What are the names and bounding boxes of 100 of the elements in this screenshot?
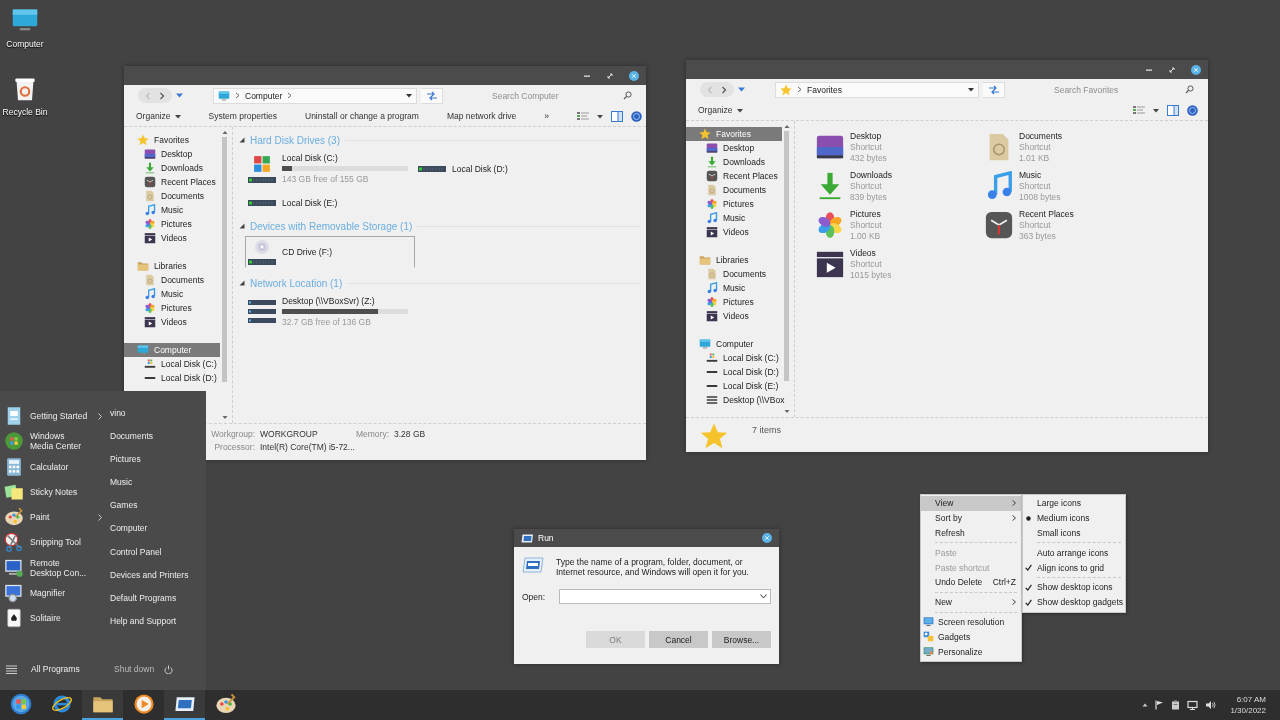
nav-item[interactable]: Desktop (\\VBox xyxy=(686,393,782,407)
scroll-up-icon[interactable] xyxy=(221,130,228,135)
nav-item[interactable]: Pictures xyxy=(124,301,220,315)
drive-tile[interactable]: Local Disk (E:) xyxy=(245,195,415,211)
start-link[interactable]: Documents xyxy=(110,428,153,444)
nav-item[interactable]: Computer xyxy=(124,343,220,357)
scroll-up-icon[interactable] xyxy=(783,124,790,129)
menu-button[interactable]: Organize xyxy=(136,109,191,123)
help-icon[interactable] xyxy=(1187,104,1198,116)
nav-item[interactable]: Favorites xyxy=(124,133,220,147)
program-item[interactable]: Getting Started xyxy=(4,405,110,427)
program-item[interactable]: Sticky Notes xyxy=(4,480,110,503)
scroll-down-icon[interactable] xyxy=(221,415,228,420)
nav-item[interactable]: Videos xyxy=(124,315,220,329)
view-options-icon[interactable] xyxy=(1133,105,1145,115)
nav-item[interactable]: Local Disk (C:) xyxy=(124,357,220,371)
dropdown-icon[interactable] xyxy=(760,594,767,599)
speaker-icon[interactable] xyxy=(1205,700,1217,710)
nav-item[interactable]: Libraries xyxy=(124,259,220,273)
nav-item[interactable]: Desktop xyxy=(686,141,782,155)
nav-item[interactable]: Music xyxy=(686,281,782,295)
drive-tile[interactable]: Local Disk (C:) 143 GB free of 155 GB xyxy=(245,150,415,187)
toolbar-button[interactable]: » xyxy=(544,109,560,123)
program-item[interactable]: Paint xyxy=(4,506,110,529)
menu-item[interactable]: Align icons to grid xyxy=(1023,560,1125,575)
file-item[interactable]: Downloads Shortcut 839 bytes xyxy=(815,170,984,202)
file-item[interactable]: Music Shortcut 1008 bytes xyxy=(984,170,1153,202)
address-bar[interactable]: Computer xyxy=(213,87,417,104)
nav-item[interactable]: Music xyxy=(686,211,782,225)
taskbar-button[interactable] xyxy=(82,690,123,720)
start-link[interactable]: Help and Support xyxy=(110,613,177,629)
nav-item[interactable]: Pictures xyxy=(124,217,220,231)
nav-item[interactable]: Videos xyxy=(686,309,782,323)
nav-item[interactable]: Documents xyxy=(686,267,782,281)
nav-item[interactable]: Music xyxy=(124,203,220,217)
preview-pane-icon[interactable] xyxy=(1167,104,1179,116)
toolbar-button[interactable]: System properties xyxy=(208,109,287,123)
search-field[interactable]: Search Favorites xyxy=(1054,84,1185,95)
caret-icon[interactable] xyxy=(406,93,412,98)
menu-item[interactable]: Show desktop icons xyxy=(1023,580,1125,595)
clock-date[interactable]: 1/30/2022 xyxy=(1230,705,1266,716)
nav-item[interactable]: Documents xyxy=(686,183,782,197)
file-item[interactable]: Videos Shortcut 1015 bytes xyxy=(815,248,984,280)
nav-item[interactable]: Videos xyxy=(124,231,220,245)
menu-item[interactable]: Undo Delete Ctrl+Z xyxy=(921,575,1021,590)
start-link[interactable]: Games xyxy=(110,497,138,513)
program-item[interactable]: Remote Desktop Con... xyxy=(4,556,110,579)
caret-icon[interactable] xyxy=(968,87,974,92)
nav-item[interactable]: Computer xyxy=(686,337,782,351)
start-link[interactable]: vino xyxy=(110,405,126,420)
nav-item[interactable]: Local Disk (E:) xyxy=(686,379,782,393)
address-bar[interactable]: Favorites xyxy=(775,81,979,98)
nav-item[interactable]: Recent Places xyxy=(686,169,782,183)
restore-button[interactable] xyxy=(606,71,614,80)
network-icon[interactable] xyxy=(1187,700,1199,710)
nav-item[interactable]: Documents xyxy=(124,273,220,287)
nav-item[interactable]: Videos xyxy=(686,225,782,239)
flag-icon[interactable] xyxy=(1155,700,1165,710)
chevron-icon[interactable] xyxy=(797,86,802,93)
close-button[interactable] xyxy=(1191,64,1201,75)
nav-item[interactable]: Libraries xyxy=(686,253,782,267)
icon-label[interactable]: Recycle Bin xyxy=(2,107,48,117)
breadcrumb[interactable]: Favorites xyxy=(807,84,842,95)
menu-item[interactable]: Large icons xyxy=(1023,496,1125,511)
program-item[interactable]: Magnifier xyxy=(4,582,110,605)
start-link[interactable]: Music xyxy=(110,474,133,490)
restore-button[interactable] xyxy=(1168,65,1176,74)
caret-icon[interactable] xyxy=(597,113,604,119)
program-item[interactable]: Solitaire xyxy=(4,607,110,630)
nav-item[interactable]: Recent Places xyxy=(124,175,220,189)
search-field[interactable]: Search Computer xyxy=(492,90,623,101)
refresh-button[interactable] xyxy=(983,81,1005,98)
all-programs-button[interactable]: All Programs xyxy=(6,664,114,674)
chevron-icon[interactable] xyxy=(287,92,293,99)
menu-item[interactable]: Show desktop gadgets xyxy=(1023,594,1125,610)
menu-item[interactable]: Small icons xyxy=(1023,525,1125,541)
start-link[interactable]: Default Programs xyxy=(110,590,177,606)
nav-item[interactable]: Local Disk (C:) xyxy=(686,351,782,365)
expand-arrow-icon[interactable] xyxy=(239,223,245,229)
drive-tile[interactable]: Desktop (\\VBoxSvr) (Z:) 32.7 GB free of 136 GB xyxy=(245,293,415,330)
drive-tile[interactable]: Local Disk (D:) xyxy=(415,150,585,187)
taskbar-button[interactable] xyxy=(164,690,205,720)
menu-item[interactable]: Sort by xyxy=(921,510,1021,526)
nav-item[interactable]: Downloads xyxy=(686,155,782,169)
menu-item[interactable]: Refresh xyxy=(921,525,1021,541)
nav-item[interactable]: Pictures xyxy=(686,197,782,211)
shutdown-button[interactable]: Shut down xyxy=(114,664,174,674)
program-item[interactable]: Snipping Tool xyxy=(4,531,110,554)
menu-item[interactable]: New xyxy=(921,594,1021,610)
clock-time[interactable]: 6:07 AM xyxy=(1236,694,1266,705)
menu-item[interactable]: Personalize xyxy=(921,644,1021,659)
breadcrumb[interactable]: Computer xyxy=(245,90,283,101)
scroll-down-icon[interactable] xyxy=(783,409,790,414)
chevron-icon[interactable] xyxy=(235,92,240,99)
program-item[interactable]: Windows Media Center xyxy=(4,430,110,453)
file-item[interactable]: Documents Shortcut 1.01 KB xyxy=(984,131,1153,163)
nav-item[interactable]: Local Disk (D:) xyxy=(686,365,782,379)
caret-icon[interactable] xyxy=(1153,107,1159,113)
clipboard-icon[interactable] xyxy=(1171,700,1181,710)
nav-item[interactable]: Documents xyxy=(124,189,220,203)
